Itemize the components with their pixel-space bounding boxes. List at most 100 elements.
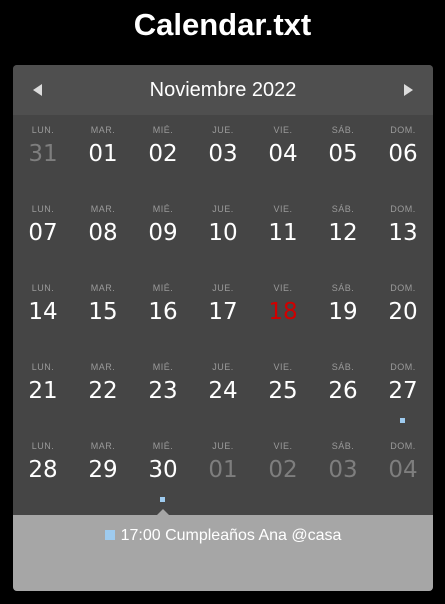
weekday-label: DOM. <box>390 283 416 293</box>
weekday-label: SÁB. <box>331 441 355 451</box>
day-number: 01 <box>208 457 238 483</box>
day-number: 30 <box>148 457 178 483</box>
day-cell[interactable]: SÁB. 19 <box>313 273 373 352</box>
day-number: 26 <box>328 378 358 404</box>
weekday-label: SÁB. <box>331 283 355 293</box>
day-number: 19 <box>328 299 358 325</box>
day-number: 04 <box>388 457 418 483</box>
app-title: Calendar.txt <box>133 7 312 42</box>
day-cell[interactable]: DOM. 13 <box>373 194 433 273</box>
day-cell[interactable]: JUE. 17 <box>193 273 253 352</box>
weekday-label: MIÉ. <box>152 204 174 214</box>
week-row: LUN. 31 MAR. 01 MIÉ. 02 JUE. 03 VIE. 04 SÁB. 05 DOM.… <box>13 115 433 194</box>
weekday-label: LUN. <box>31 283 55 293</box>
calendar: Noviembre 2022 LUN. 31 MAR. 01 MIÉ. 02 JUE. 03 V… <box>13 65 433 591</box>
day-cell[interactable]: LUN. 31 <box>13 115 73 194</box>
triangle-left-icon <box>33 84 42 96</box>
day-cell[interactable]: SÁB. 12 <box>313 194 373 273</box>
day-number: 22 <box>88 378 118 404</box>
week-row: LUN. 14 MAR. 15 MIÉ. 16 JUE. 17 VIE. 18 SÁB. 19 DOM.… <box>13 273 433 352</box>
weekday-label: SÁB. <box>331 204 355 214</box>
weekday-label: JUE. <box>212 362 234 372</box>
day-cell[interactable]: JUE. 24 <box>193 352 253 431</box>
weekday-label: VIE. <box>273 283 293 293</box>
day-number: 16 <box>148 299 178 325</box>
day-number: 28 <box>28 457 58 483</box>
weekday-label: SÁB. <box>331 362 355 372</box>
weekday-label: MAR. <box>90 283 116 293</box>
day-cell[interactable]: LUN. 14 <box>13 273 73 352</box>
day-number: 25 <box>268 378 298 404</box>
day-cell-today[interactable]: VIE. 18 <box>253 273 313 352</box>
weekday-label: MAR. <box>90 125 116 135</box>
event-marker-icon <box>400 418 405 423</box>
event-color-swatch <box>104 530 115 540</box>
day-number: 15 <box>88 299 118 325</box>
weekday-label: VIE. <box>273 204 293 214</box>
weekday-label: MIÉ. <box>152 362 174 372</box>
day-cell[interactable]: MIÉ. 23 <box>133 352 193 431</box>
prev-month-button[interactable] <box>26 78 50 102</box>
day-cell[interactable]: DOM. 20 <box>373 273 433 352</box>
event-marker-icon <box>160 497 165 502</box>
day-cell[interactable]: MAR. 29 <box>73 431 133 510</box>
week-row: LUN. 07 MAR. 08 MIÉ. 09 JUE. 10 VIE. 11 SÁB. 12 DOM.… <box>13 194 433 273</box>
day-cell[interactable]: VIE. 04 <box>253 115 313 194</box>
day-cell[interactable]: MIÉ. 16 <box>133 273 193 352</box>
events-panel: 17:00 Cumpleaños Ana @casa <box>13 515 433 591</box>
day-number: 24 <box>208 378 238 404</box>
day-number: 18 <box>268 299 298 325</box>
weekday-label: MIÉ. <box>152 125 174 135</box>
day-cell[interactable]: MAR. 22 <box>73 352 133 431</box>
day-cell[interactable]: LUN. 21 <box>13 352 73 431</box>
day-cell[interactable]: VIE. 11 <box>253 194 313 273</box>
day-number: 21 <box>28 378 58 404</box>
selected-day-pointer <box>157 509 169 515</box>
triangle-right-icon <box>404 84 413 96</box>
day-number: 10 <box>208 220 238 246</box>
weekday-label: MAR. <box>90 204 116 214</box>
day-cell[interactable]: JUE. 01 <box>193 431 253 510</box>
weekday-label: LUN. <box>31 125 55 135</box>
weekday-label: DOM. <box>390 204 416 214</box>
day-cell[interactable]: DOM. 04 <box>373 431 433 510</box>
event-item[interactable]: 17:00 Cumpleaños Ana @casa <box>13 527 433 545</box>
day-cell[interactable]: SÁB. 05 <box>313 115 373 194</box>
weekday-label: LUN. <box>31 441 55 451</box>
day-cell[interactable]: DOM. 27 <box>373 352 433 431</box>
event-text: 17:00 Cumpleaños Ana @casa <box>120 527 342 544</box>
weekday-label: LUN. <box>31 204 55 214</box>
day-cell[interactable]: VIE. 25 <box>253 352 313 431</box>
day-number: 17 <box>208 299 238 325</box>
day-number: 29 <box>88 457 118 483</box>
day-cell[interactable]: MAR. 15 <box>73 273 133 352</box>
next-month-button[interactable] <box>396 78 420 102</box>
day-cell[interactable]: JUE. 10 <box>193 194 253 273</box>
weekday-label: VIE. <box>273 125 293 135</box>
weekday-label: DOM. <box>390 441 416 451</box>
day-number: 02 <box>268 457 298 483</box>
day-cell[interactable]: MAR. 01 <box>73 115 133 194</box>
day-cell[interactable]: LUN. 28 <box>13 431 73 510</box>
day-cell[interactable]: SÁB. 26 <box>313 352 373 431</box>
day-cell[interactable]: SÁB. 03 <box>313 431 373 510</box>
day-number: 02 <box>148 141 178 167</box>
day-cell[interactable]: LUN. 07 <box>13 194 73 273</box>
weekday-label: VIE. <box>273 362 293 372</box>
day-cell[interactable]: MIÉ. 09 <box>133 194 193 273</box>
weekday-label: JUE. <box>212 204 234 214</box>
day-number: 14 <box>28 299 58 325</box>
day-cell[interactable]: MIÉ. 02 <box>133 115 193 194</box>
day-number: 13 <box>388 220 418 246</box>
day-cell[interactable]: JUE. 03 <box>193 115 253 194</box>
day-number: 07 <box>28 220 58 246</box>
month-label: Noviembre 2022 <box>149 79 297 101</box>
day-cell[interactable]: VIE. 02 <box>253 431 313 510</box>
weekday-label: SÁB. <box>331 125 355 135</box>
day-cell-selected[interactable]: MIÉ. 30 <box>133 431 193 510</box>
weekday-label: LUN. <box>31 362 55 372</box>
day-number: 11 <box>268 220 298 246</box>
day-cell[interactable]: DOM. 06 <box>373 115 433 194</box>
day-number: 09 <box>148 220 178 246</box>
day-cell[interactable]: MAR. 08 <box>73 194 133 273</box>
